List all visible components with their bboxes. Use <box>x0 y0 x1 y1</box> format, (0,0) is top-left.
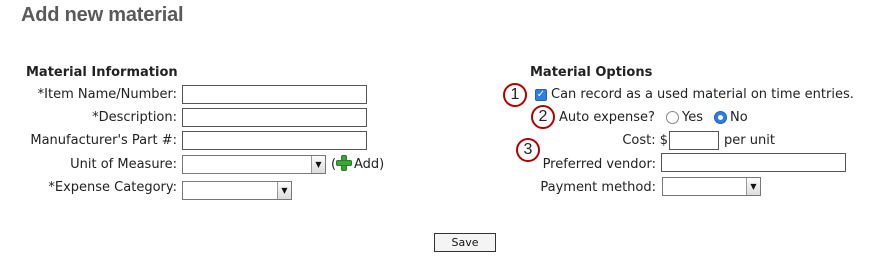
dropdown-arrow-icon: ▼ <box>311 156 325 173</box>
payment-method-label: Payment method: <box>540 180 656 195</box>
cost-label: Cost: $ <box>622 133 668 148</box>
manufacturer-part-label: Manufacturer's Part #: <box>30 133 177 148</box>
item-name-label: *Item Name/Number: <box>37 87 177 102</box>
item-name-input[interactable] <box>182 85 367 104</box>
payment-method-select[interactable]: ▼ <box>662 177 761 196</box>
description-label: *Description: <box>92 110 177 125</box>
preferred-vendor-label: Preferred vendor: <box>542 157 656 172</box>
auto-expense-no-label: No <box>730 110 748 125</box>
material-information-heading: Material Information <box>26 65 178 80</box>
unit-of-measure-select[interactable]: ▼ <box>182 155 326 174</box>
auto-expense-label: Auto expense? <box>559 110 655 125</box>
cost-suffix: per unit <box>724 133 775 148</box>
record-used-checkbox[interactable]: ✓ <box>535 89 547 101</box>
expense-category-label: *Expense Category: <box>48 180 177 195</box>
cost-input[interactable] <box>669 131 719 150</box>
add-unit-link[interactable]: Add) <box>354 157 384 172</box>
expense-category-select[interactable]: ▼ <box>182 181 292 200</box>
preferred-vendor-input[interactable] <box>661 153 846 172</box>
description-input[interactable] <box>182 108 367 127</box>
annotation-badge-3: 3 <box>516 138 540 162</box>
page-title: Add new material <box>21 4 184 26</box>
auto-expense-no-radio[interactable] <box>714 111 727 124</box>
save-button[interactable]: Save <box>434 233 496 252</box>
material-options-heading: Material Options <box>530 65 653 80</box>
unit-of-measure-label: Unit of Measure: <box>70 157 177 172</box>
manufacturer-part-input[interactable] <box>182 131 367 150</box>
annotation-badge-2: 2 <box>531 105 555 129</box>
annotation-badge-1: 1 <box>503 83 527 107</box>
dropdown-arrow-icon: ▼ <box>277 182 291 199</box>
dropdown-arrow-icon: ▼ <box>746 178 760 195</box>
record-used-label: Can record as a used material on time en… <box>551 87 854 102</box>
auto-expense-yes-label: Yes <box>682 110 703 125</box>
auto-expense-yes-radio[interactable] <box>666 111 679 124</box>
